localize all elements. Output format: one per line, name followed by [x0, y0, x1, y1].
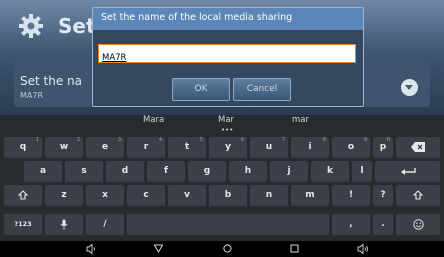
key-p[interactable]: p0 — [373, 137, 393, 158]
ok-button[interactable]: OK — [172, 78, 230, 101]
key-k[interactable]: k — [311, 161, 349, 182]
key-b[interactable]: b — [209, 185, 247, 206]
name-input[interactable] — [99, 49, 345, 67]
key-label: t — [184, 142, 190, 152]
key-question[interactable]: ? — [373, 185, 393, 206]
key-hint: 2 — [76, 137, 80, 143]
dialog-title: Set the name of the local media sharing — [101, 12, 293, 23]
key-m[interactable]: m — [291, 185, 329, 206]
key-c[interactable]: c — [127, 185, 165, 206]
volume-up-icon[interactable] — [356, 243, 370, 255]
key-label: p — [379, 142, 387, 152]
space-key[interactable] — [127, 214, 329, 235]
key-hint: 7 — [281, 137, 285, 143]
key-d[interactable]: d — [106, 161, 144, 182]
backspace-key[interactable] — [396, 137, 440, 158]
rename-dialog: Set the name of the local media sharing … — [92, 7, 364, 107]
key-q[interactable]: q1 — [4, 137, 42, 158]
key-z[interactable]: z — [45, 185, 83, 206]
key-r[interactable]: r4 — [127, 137, 165, 158]
home-icon[interactable] — [223, 244, 232, 253]
key-s[interactable]: s — [65, 161, 103, 182]
key-hint: 1 — [35, 137, 39, 143]
key-hint: 5 — [199, 137, 203, 143]
shift-icon — [412, 190, 424, 200]
recent-apps-icon[interactable] — [290, 244, 299, 253]
symbols-key[interactable]: ?123 — [4, 214, 42, 235]
slash-key[interactable]: / — [86, 214, 124, 235]
emoji-key[interactable] — [396, 214, 440, 235]
key-a[interactable]: a — [24, 161, 62, 182]
enter-icon — [400, 168, 416, 175]
mic-key[interactable] — [45, 214, 83, 235]
back-icon[interactable] — [154, 244, 163, 253]
shift-key-left[interactable] — [4, 185, 42, 206]
key-w[interactable]: w2 — [45, 137, 83, 158]
key-u[interactable]: u7 — [250, 137, 288, 158]
key-h[interactable]: h — [229, 161, 267, 182]
emoji-icon — [412, 219, 424, 230]
enter-key[interactable] — [375, 161, 440, 182]
suggestion-more-dots: ••• — [221, 126, 234, 134]
key-y[interactable]: y6 — [209, 137, 247, 158]
key-n[interactable]: n — [250, 185, 288, 206]
name-input-box[interactable] — [98, 44, 356, 67]
key-j[interactable]: j — [270, 161, 308, 182]
system-nav-bar — [0, 241, 444, 257]
key-label: i — [308, 142, 312, 152]
key-t[interactable]: t5 — [168, 137, 206, 158]
key-e[interactable]: e3 — [86, 137, 124, 158]
suggestion-2[interactable]: Mar — [218, 115, 234, 125]
key-o[interactable]: o9 — [332, 137, 370, 158]
key-label: e — [101, 142, 109, 152]
shift-icon — [17, 190, 29, 200]
key-hint: 0 — [386, 137, 390, 143]
key-exclamation[interactable]: ! — [332, 185, 370, 206]
media-sharing-name-label: Set the na — [20, 74, 82, 88]
key-hint: 4 — [158, 137, 162, 143]
gear-icon — [19, 14, 43, 38]
shift-key-right[interactable] — [396, 185, 440, 206]
key-hint: 9 — [363, 137, 367, 143]
key-label: o — [347, 142, 355, 152]
key-label: w — [59, 142, 69, 152]
key-hint: 3 — [117, 137, 121, 143]
mic-icon — [60, 219, 68, 230]
dialog-header: Set the name of the local media sharing — [93, 8, 363, 30]
key-label: y — [225, 142, 231, 152]
key-hint: 6 — [240, 137, 244, 143]
chevron-down-icon[interactable] — [401, 79, 418, 96]
key-label: r — [143, 142, 149, 152]
key-label: u — [265, 142, 273, 152]
suggestion-3[interactable]: mar — [292, 115, 309, 125]
suggestion-1[interactable]: Mara — [143, 115, 164, 125]
key-x[interactable]: x — [86, 185, 124, 206]
key-i[interactable]: i8 — [291, 137, 329, 158]
key-v[interactable]: v — [168, 185, 206, 206]
key-hint: 8 — [322, 137, 326, 143]
comma-key[interactable]: , — [332, 214, 370, 235]
key-l[interactable]: l — [352, 161, 372, 182]
backspace-icon — [411, 142, 425, 152]
period-key[interactable]: . — [373, 214, 393, 235]
volume-down-icon[interactable] — [85, 243, 97, 255]
cancel-button[interactable]: Cancel — [233, 78, 291, 101]
key-label: q — [19, 142, 27, 152]
key-f[interactable]: f — [147, 161, 185, 182]
media-sharing-name-value: MA7R — [20, 91, 44, 100]
key-g[interactable]: g — [188, 161, 226, 182]
